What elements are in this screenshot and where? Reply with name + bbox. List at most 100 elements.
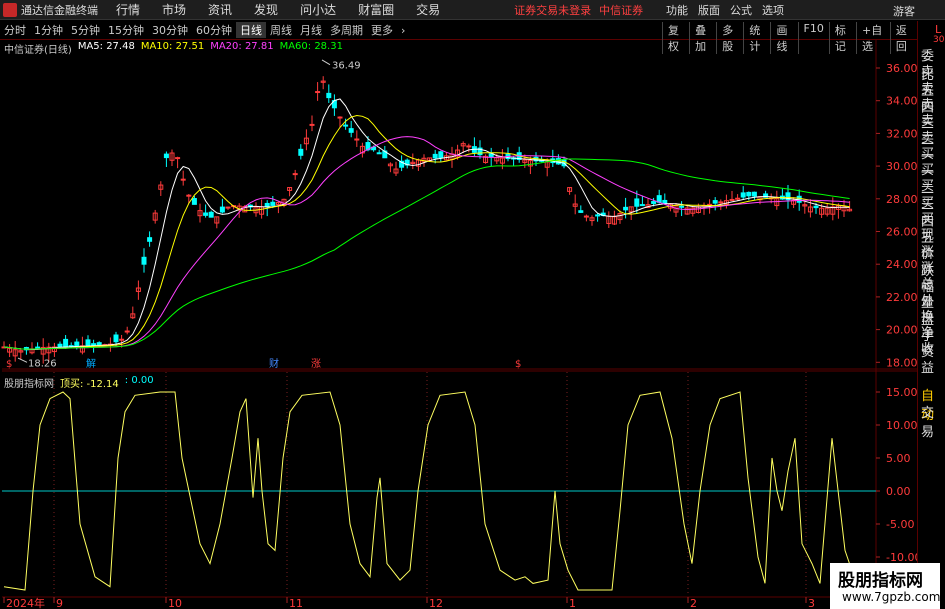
candle-body: [270, 201, 276, 206]
candle-body: [813, 205, 819, 209]
main-legend: 中信证券(日线) MA5: 27.48 MA10: 27.51 MA20: 27…: [4, 41, 343, 56]
legend-ma60: MA60: 28.31: [279, 41, 343, 52]
kline-chart[interactable]: 36.0034.0032.0030.0028.0026.0024.0022.00…: [0, 0, 917, 609]
watermark-url: www.7gpzb.com: [842, 590, 941, 604]
candle-body: [718, 201, 724, 204]
ma60-line: [3, 158, 850, 350]
sub-y-tick-label: -5.00: [886, 518, 914, 531]
y-tick-label: 18.00: [886, 356, 917, 369]
candle-body: [35, 346, 41, 349]
candle-body: [354, 138, 360, 141]
candle-body: [595, 214, 601, 217]
candle-body: [119, 338, 125, 341]
quote-side-panel: L 300 委比卖五卖四卖三卖二卖一买一买二买三买四买五现价涨跌涨幅总量外盘换手…: [917, 21, 945, 609]
candle-body: [746, 191, 752, 197]
candle-body: [309, 123, 315, 126]
candle-body: [298, 148, 304, 156]
candle-body: [186, 194, 192, 197]
candle-body: [203, 212, 209, 216]
candle-body: [740, 192, 746, 198]
y-tick-label: 30.00: [886, 160, 917, 173]
x-tick-label: 2024年: [6, 596, 45, 609]
candle-body: [208, 211, 214, 218]
candle-body: [735, 197, 741, 200]
candle-body: [141, 256, 147, 265]
y-tick-label: 26.00: [886, 226, 917, 239]
legend-ma10: MA10: 27.51: [140, 41, 205, 52]
y-tick-label: 32.00: [886, 127, 917, 140]
candle-body: [180, 178, 186, 181]
panel-auto-trade[interactable]: 交易: [921, 402, 945, 440]
x-tick-label: 1: [569, 597, 576, 609]
sub-y-tick-label: 10.00: [886, 419, 917, 432]
event-marker: $: [6, 359, 12, 370]
y-tick-label: 24.00: [886, 258, 917, 271]
candle-body: [63, 338, 69, 348]
watermark-title: 股朋指标网: [838, 571, 923, 591]
candle-body: [219, 206, 225, 213]
event-marker: 解: [86, 357, 96, 370]
x-tick-label: 10: [168, 597, 182, 609]
candle-body: [639, 204, 645, 207]
candle-body: [113, 334, 119, 343]
y-tick-label: 20.00: [886, 324, 917, 337]
low-pointer: [17, 357, 28, 363]
candle-body: [74, 341, 80, 347]
candle-body: [656, 195, 662, 203]
panel-top-small: 300: [933, 35, 945, 45]
high-label: 36.49: [332, 61, 361, 72]
sub-y-tick-label: 0.00: [886, 485, 911, 498]
x-tick-label: 2: [690, 597, 697, 609]
candle-body: [124, 330, 130, 333]
candle-body: [623, 206, 629, 211]
sub-y-tick-label: 5.00: [886, 452, 911, 465]
candle-body: [438, 151, 444, 159]
candle-body: [315, 91, 321, 94]
sub-y-tick-label: 15.00: [886, 386, 917, 399]
ma5-line: [3, 98, 850, 351]
candle-body: [337, 116, 343, 119]
watermark: 股朋指标网 www.7gpzb.com: [830, 563, 940, 609]
candle-body: [679, 205, 685, 208]
candle-body: [326, 92, 332, 99]
candle-body: [191, 198, 197, 205]
candle-body: [729, 198, 735, 201]
panel-item[interactable]: 收益: [921, 338, 945, 376]
candle-body: [578, 210, 584, 213]
y-tick-label: 28.00: [886, 193, 917, 206]
candle-body: [85, 339, 91, 347]
indicator-zero: : 0.00: [124, 375, 154, 386]
sub-legend: 股朋指标网 顶买: -12.14 : 0.00: [4, 375, 154, 390]
low-label: 18.26: [28, 358, 57, 369]
indicator-title[interactable]: 股朋指标网: [4, 375, 54, 390]
candle-body: [292, 173, 298, 176]
x-tick-label: 11: [289, 597, 303, 609]
event-marker: $: [515, 359, 521, 370]
candle-body: [376, 152, 382, 155]
candle-body: [662, 199, 668, 204]
indicator-value: 顶买: -12.14: [60, 379, 119, 390]
high-pointer: [321, 59, 331, 66]
candle-body: [712, 200, 718, 204]
y-tick-label: 22.00: [886, 291, 917, 304]
candle-body: [651, 201, 657, 204]
legend-ma5: MA5: 27.48: [77, 41, 135, 52]
candle-body: [583, 215, 589, 218]
candle-body: [348, 128, 354, 133]
legend-ma20: MA20: 27.81: [210, 41, 274, 52]
candle-body: [147, 237, 153, 242]
candle-body: [57, 343, 63, 348]
candle-body: [751, 191, 757, 197]
candle-body: [466, 145, 472, 148]
candle-body: [175, 157, 181, 160]
candle-body: [163, 153, 169, 159]
candle-body: [96, 342, 102, 346]
x-tick-label: 3: [808, 597, 815, 609]
candle-body: [91, 343, 97, 346]
candle-body: [432, 153, 438, 159]
candle-body: [634, 198, 640, 207]
event-marker: 财: [269, 357, 279, 370]
stock-title[interactable]: 中信证券(日线): [4, 41, 72, 56]
y-tick-label: 34.00: [886, 95, 917, 108]
x-tick-label: 12: [429, 597, 443, 609]
